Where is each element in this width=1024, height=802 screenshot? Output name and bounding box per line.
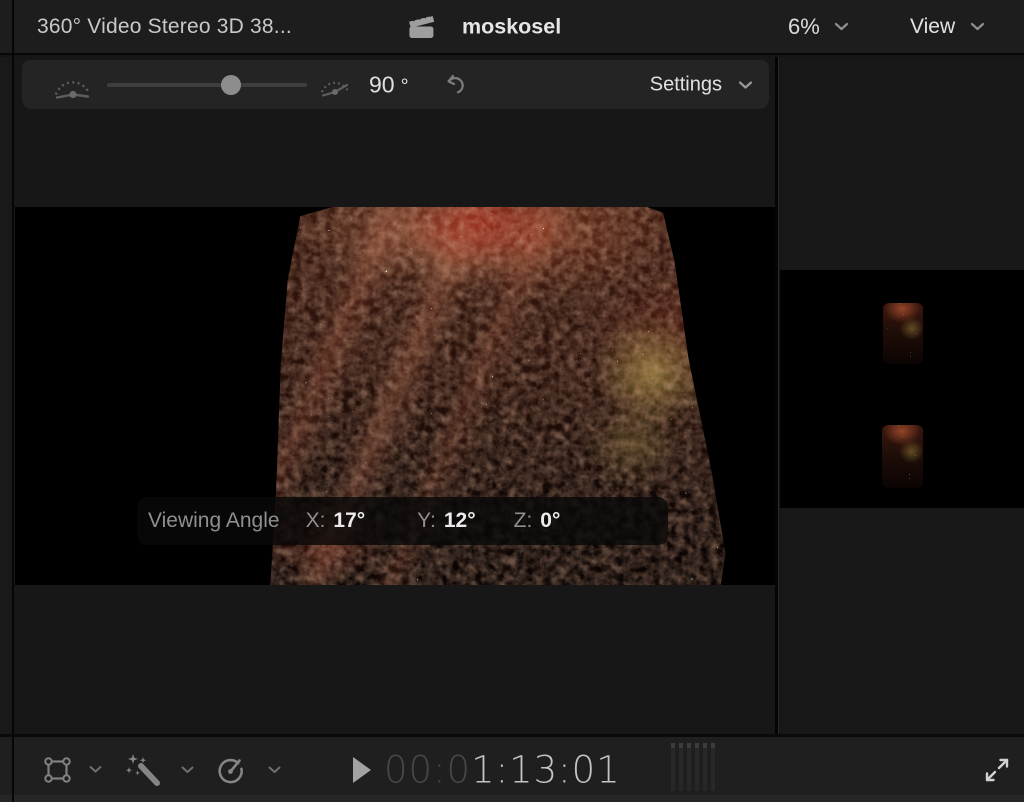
clapper-icon: [406, 13, 437, 40]
fov-value: 90: [369, 71, 395, 97]
window-left-margin: [0, 57, 12, 734]
timecode-leading: 00:0: [384, 748, 471, 791]
transport-bar: 00:01:13:01: [0, 734, 1024, 802]
fov-slider[interactable]: [107, 74, 307, 96]
stereo-preview-strip: [780, 270, 1024, 508]
meter-bar: [687, 743, 691, 791]
meter-bar: [671, 743, 675, 791]
x-axis-label: X:: [306, 509, 326, 533]
x-axis-value: 17°: [333, 509, 365, 533]
chevron-down-icon: [970, 22, 985, 31]
effects-wand-menu[interactable]: [124, 753, 194, 787]
right-eye-thumbnail: [882, 425, 923, 488]
fov-value-readout[interactable]: 90 °: [369, 71, 409, 98]
timecode-display[interactable]: 00:01:13:01: [384, 748, 621, 791]
viewer-pane: 90 ° Settings Viewing Angle: [14, 57, 775, 734]
view-menu[interactable]: View: [910, 15, 985, 39]
app-window: 360° Video Stereo 3D 38... moskosel 6% V…: [0, 0, 1024, 802]
z-axis-label: Z:: [514, 509, 533, 533]
expand-fullscreen-button[interactable]: [983, 756, 1011, 784]
z-axis-value: 0°: [540, 509, 560, 533]
fov-wide-gauge-icon[interactable]: [50, 69, 92, 100]
settings-menu[interactable]: Settings: [650, 73, 753, 96]
timecode-current: 1:13:01: [471, 748, 621, 791]
meter-bar: [711, 743, 715, 791]
fov-degree-unit: °: [401, 75, 409, 97]
fov-slider-thumb[interactable]: [221, 75, 241, 95]
chevron-down-icon: [89, 766, 102, 774]
speedometer-icon: [214, 755, 248, 785]
reset-fov-button[interactable]: [442, 73, 467, 96]
fov-narrow-gauge-icon[interactable]: [318, 72, 351, 98]
meter-bar: [695, 743, 699, 791]
title-bar: 360° Video Stereo 3D 38... moskosel 6% V…: [0, 0, 1024, 55]
settings-menu-label: Settings: [650, 73, 722, 96]
transform-menu[interactable]: [42, 755, 102, 784]
view-menu-label: View: [910, 15, 955, 39]
chevron-down-icon: [181, 766, 194, 774]
fov-slider-track[interactable]: [107, 83, 307, 87]
chevron-down-icon: [738, 80, 753, 89]
chevron-down-icon: [834, 22, 849, 31]
y-axis-value: 12°: [444, 509, 476, 533]
meter-bar: [703, 743, 707, 791]
play-button[interactable]: [352, 756, 372, 783]
clip-name: moskosel: [462, 14, 561, 39]
left-eye-thumbnail: [883, 303, 923, 364]
transform-icon: [42, 755, 73, 784]
stereo-preview-panel: [780, 57, 1024, 734]
zoom-level-value: 6%: [788, 14, 820, 40]
magic-wand-icon: [124, 753, 161, 787]
window-bottom-edge: [0, 795, 1024, 802]
pane-divider[interactable]: [775, 57, 779, 734]
retime-menu[interactable]: [214, 755, 281, 785]
y-axis-label: Y:: [417, 509, 436, 533]
viewer-options-toolbar: 90 ° Settings: [22, 60, 769, 109]
video-canvas[interactable]: Viewing Angle X: 17° Y: 12° Z: 0°: [15, 207, 775, 585]
audio-meters[interactable]: [671, 743, 715, 791]
pane-edge-line: [12, 0, 14, 802]
meter-bar: [679, 743, 683, 791]
zoom-level-menu[interactable]: 6%: [788, 14, 849, 40]
project-title: 360° Video Stereo 3D 38...: [37, 15, 292, 39]
chevron-down-icon: [268, 766, 281, 774]
viewing-angle-label: Viewing Angle: [148, 509, 280, 533]
viewing-angle-overlay: Viewing Angle X: 17° Y: 12° Z: 0°: [137, 497, 668, 545]
